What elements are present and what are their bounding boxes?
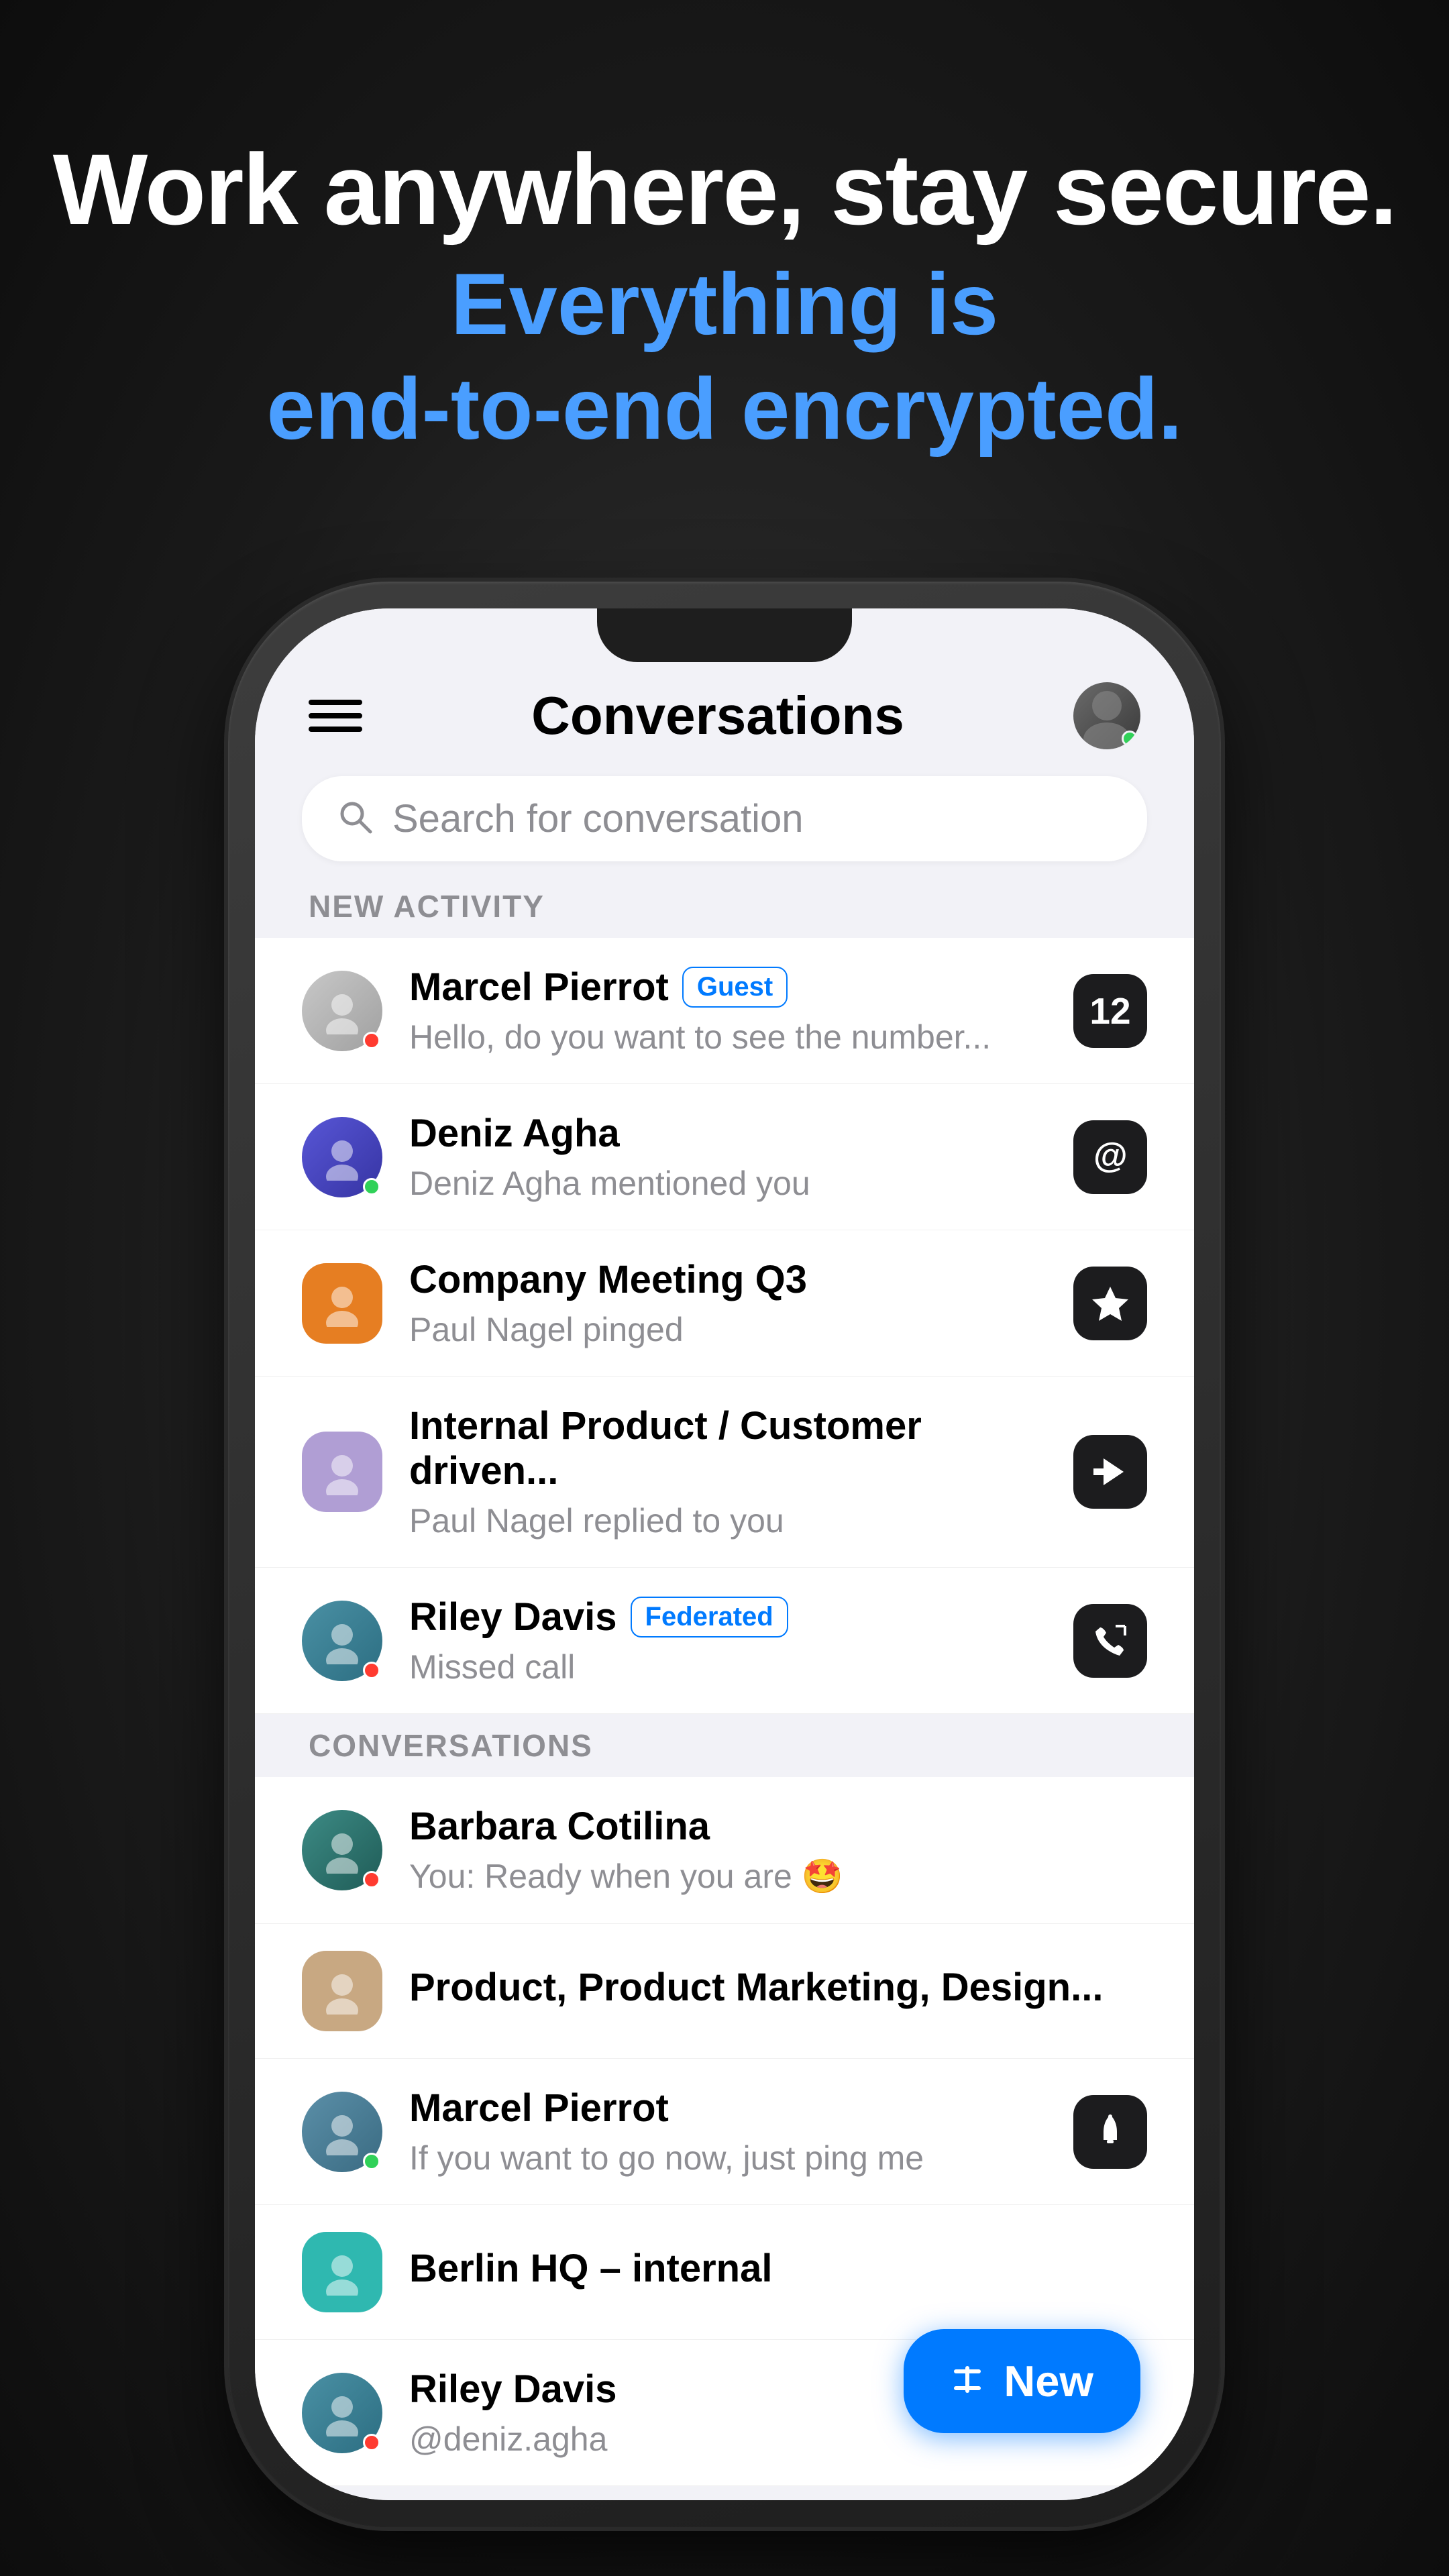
conv-action — [1073, 1604, 1147, 1678]
list-item[interactable]: Deniz Agha Deniz Agha mentioned you @ — [255, 1084, 1194, 1230]
conv-name: Deniz Agha — [409, 1111, 620, 1156]
conv-avatar-wrapper — [302, 1117, 382, 1197]
new-conversation-button[interactable]: New — [904, 2329, 1140, 2433]
conv-preview: If you want to go now, just ping me — [409, 2139, 1046, 2178]
search-icon — [335, 797, 376, 841]
conv-action: @ — [1073, 1120, 1147, 1194]
conv-avatar-wrapper — [302, 2373, 382, 2453]
conv-content: Marcel Pierrot If you want to go now, ju… — [409, 2086, 1046, 2178]
conv-action — [1073, 2095, 1147, 2169]
status-indicator — [363, 1032, 380, 1049]
conv-avatar-wrapper — [302, 1601, 382, 1681]
svg-text:@: @ — [1093, 1137, 1128, 1175]
conv-avatar-wrapper — [302, 1810, 382, 1890]
conv-avatar — [302, 1951, 382, 2031]
list-item[interactable]: Product, Product Marketing, Design... — [255, 1924, 1194, 2059]
status-indicator — [363, 1871, 380, 1888]
conv-name-row: Barbara Cotilina — [409, 1804, 1147, 1849]
conv-name-row: Internal Product / Customer driven... — [409, 1403, 1046, 1493]
conv-name: Company Meeting Q3 — [409, 1257, 807, 1302]
conv-badge: Guest — [682, 967, 788, 1008]
conv-name: Berlin HQ – internal — [409, 2246, 772, 2291]
conv-name: Marcel Pierrot — [409, 2086, 669, 2131]
status-indicator — [363, 1178, 380, 1195]
list-item[interactable]: Company Meeting Q3 Paul Nagel pinged — [255, 1230, 1194, 1377]
conv-action: 12 — [1073, 974, 1147, 1048]
conv-preview: Paul Nagel replied to you — [409, 1501, 1046, 1540]
list-item[interactable]: Internal Product / Customer driven... Pa… — [255, 1377, 1194, 1568]
search-bar[interactable]: Search for conversation — [302, 776, 1147, 861]
conv-name: Barbara Cotilina — [409, 1804, 710, 1849]
page-title: Conversations — [531, 685, 904, 747]
conv-name: Product, Product Marketing, Design... — [409, 1965, 1103, 2010]
conv-preview: Paul Nagel pinged — [409, 1310, 1046, 1349]
conv-avatar-wrapper — [302, 971, 382, 1051]
conv-content: Internal Product / Customer driven... Pa… — [409, 1403, 1046, 1540]
conv-avatar — [302, 1263, 382, 1344]
list-item[interactable]: Barbara Cotilina You: Ready when you are… — [255, 1777, 1194, 1924]
list-item[interactable]: Riley Davis Federated Missed call — [255, 1568, 1194, 1714]
conv-preview: Hello, do you want to see the number... — [409, 1018, 1046, 1057]
list-item[interactable]: Berlin HQ – internal — [255, 2205, 1194, 2340]
conv-name-row: Deniz Agha — [409, 1111, 1046, 1156]
conv-preview: Missed call — [409, 1648, 1046, 1686]
conv-preview: You: Ready when you are 🤩 — [409, 1857, 1147, 1896]
conv-badge: Federated — [631, 1597, 788, 1638]
conv-name-row: Berlin HQ – internal — [409, 2246, 1147, 2291]
conv-name: Internal Product / Customer driven... — [409, 1403, 1046, 1493]
phone-wrapper: Conversations Search for conversation — [228, 582, 1221, 2527]
status-indicator — [363, 2153, 380, 2170]
conv-preview: Deniz Agha mentioned you — [409, 1164, 1046, 1203]
list-item[interactable]: Marcel Pierrot Guest Hello, do you want … — [255, 938, 1194, 1084]
conv-content: Product, Product Marketing, Design... — [409, 1965, 1147, 2018]
user-avatar[interactable] — [1073, 682, 1140, 749]
online-indicator — [1122, 731, 1138, 747]
conv-name-row: Company Meeting Q3 — [409, 1257, 1046, 1302]
conv-name-row: Riley Davis Federated — [409, 1595, 1046, 1640]
conv-action — [1073, 1435, 1147, 1509]
conv-name: Riley Davis — [409, 2367, 617, 2412]
phone-frame: Conversations Search for conversation — [228, 582, 1221, 2527]
conv-avatar-wrapper — [302, 2092, 382, 2172]
conversations-header: CONVERSATIONS — [255, 1714, 1194, 1777]
search-placeholder: Search for conversation — [392, 796, 804, 841]
phone-screen: Conversations Search for conversation — [255, 608, 1194, 2500]
fab-label: New — [1004, 2356, 1093, 2406]
menu-button[interactable] — [309, 700, 362, 732]
conv-content: Riley Davis Federated Missed call — [409, 1595, 1046, 1686]
headline-title: Work anywhere, stay secure. — [53, 134, 1397, 245]
new-activity-label: NEW ACTIVITY — [309, 889, 545, 924]
list-item[interactable]: Marcel Pierrot If you want to go now, ju… — [255, 2059, 1194, 2205]
conv-content: Barbara Cotilina You: Ready when you are… — [409, 1804, 1147, 1896]
conv-name: Marcel Pierrot — [409, 965, 669, 1010]
conv-name: Riley Davis — [409, 1595, 617, 1640]
conv-action — [1073, 1267, 1147, 1340]
conv-avatar — [302, 2232, 382, 2312]
conv-name-row: Marcel Pierrot Guest — [409, 965, 1046, 1010]
conv-content: Berlin HQ – internal — [409, 2246, 1147, 2299]
conv-name-row: Marcel Pierrot — [409, 2086, 1046, 2131]
new-activity-list: Marcel Pierrot Guest Hello, do you want … — [255, 938, 1194, 1714]
headline-section: Work anywhere, stay secure. Everything i… — [53, 134, 1397, 461]
conv-avatar — [302, 1432, 382, 1512]
headline-subtitle: Everything is end-to-end encrypted. — [53, 252, 1397, 461]
compose-icon — [951, 2363, 987, 2400]
status-indicator — [363, 1662, 380, 1679]
new-activity-header: NEW ACTIVITY — [255, 875, 1194, 938]
notch — [597, 608, 852, 662]
conv-content: Deniz Agha Deniz Agha mentioned you — [409, 1111, 1046, 1203]
app-content: Conversations Search for conversation — [255, 608, 1194, 2500]
conv-content: Company Meeting Q3 Paul Nagel pinged — [409, 1257, 1046, 1349]
status-indicator — [363, 2434, 380, 2451]
conversations-label: CONVERSATIONS — [309, 1728, 593, 1763]
conv-content: Marcel Pierrot Guest Hello, do you want … — [409, 965, 1046, 1057]
conv-name-row: Product, Product Marketing, Design... — [409, 1965, 1147, 2010]
